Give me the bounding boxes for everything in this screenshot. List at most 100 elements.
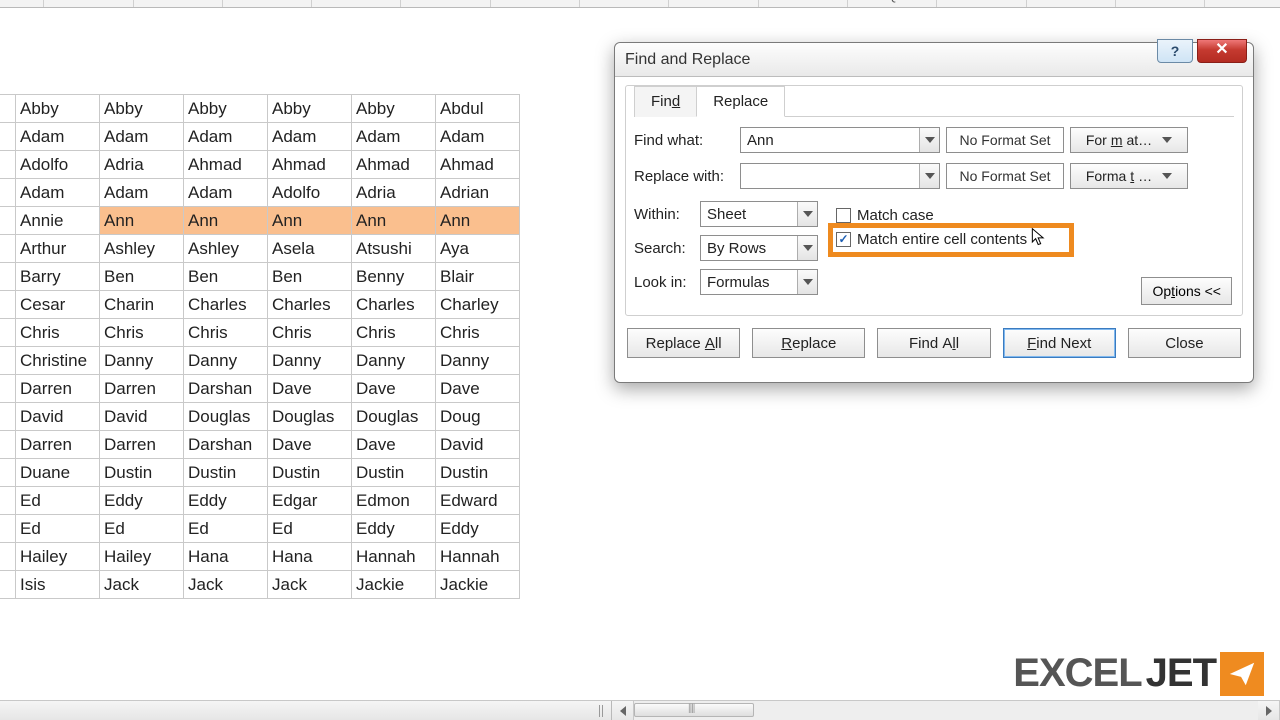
chevron-down-icon[interactable] — [919, 164, 939, 188]
tab-find[interactable]: Find — [634, 86, 697, 117]
cell[interactable]: Ben — [100, 263, 184, 291]
cell[interactable]: Adam — [268, 123, 352, 151]
cell[interactable]: Danny — [436, 347, 520, 375]
cell[interactable]: Ann — [100, 207, 184, 235]
cell[interactable]: Eddy — [436, 515, 520, 543]
cell[interactable]: Ed — [100, 515, 184, 543]
close-icon[interactable]: ✕ — [1197, 39, 1247, 63]
cell[interactable]: Chris — [268, 319, 352, 347]
cell[interactable]: Duane — [16, 459, 100, 487]
column-header[interactable]: J — [223, 0, 312, 7]
cell[interactable]: Hannah — [436, 543, 520, 571]
cell[interactable]: Arthur — [16, 235, 100, 263]
cell[interactable]: yne — [0, 487, 16, 515]
cell[interactable]: David — [16, 403, 100, 431]
cell[interactable]: David — [100, 403, 184, 431]
cell[interactable]: Dustin — [268, 459, 352, 487]
chevron-down-icon[interactable] — [797, 202, 817, 226]
cell[interactable]: Ahmad — [436, 151, 520, 179]
cell[interactable]: Charin — [100, 291, 184, 319]
cell[interactable]: Chris — [436, 319, 520, 347]
cell[interactable]: Darren — [16, 375, 100, 403]
cell[interactable]: Adam — [184, 123, 268, 151]
cell[interactable]: Ann — [436, 207, 520, 235]
cell[interactable]: Abdul — [436, 95, 520, 123]
lookin-select[interactable]: Formulas — [700, 269, 818, 295]
tab-replace[interactable]: Replace — [696, 86, 785, 117]
cell[interactable]: Darren — [16, 431, 100, 459]
cell[interactable]: Charles — [268, 291, 352, 319]
chevron-down-icon[interactable] — [919, 128, 939, 152]
cell[interactable]: Ann — [268, 207, 352, 235]
close-button[interactable]: Close — [1128, 328, 1241, 358]
scroll-left-button[interactable] — [612, 701, 634, 720]
cell[interactable]: Ben — [268, 263, 352, 291]
cell[interactable]: Abby — [352, 95, 436, 123]
match-entire-checkbox[interactable]: Match entire cell contents — [836, 227, 1234, 251]
match-case-checkbox[interactable]: Match case — [836, 203, 1234, 227]
cell[interactable]: Ann — [184, 207, 268, 235]
cell[interactable]: m — [0, 179, 16, 207]
cell[interactable]: Darshan — [184, 431, 268, 459]
column-header[interactable]: R — [937, 0, 1026, 7]
cell[interactable]: Dustin — [436, 459, 520, 487]
cell[interactable]: Asela — [268, 235, 352, 263]
cell[interactable]: stine — [0, 347, 16, 375]
cell[interactable]: David — [436, 431, 520, 459]
find-all-button[interactable]: Find All — [877, 328, 990, 358]
cell[interactable]: en — [0, 375, 16, 403]
cell[interactable]: Danny — [352, 347, 436, 375]
column-header[interactable]: G — [0, 0, 44, 7]
cell[interactable]: Annie — [16, 207, 100, 235]
cell[interactable]: Adolfo — [16, 151, 100, 179]
cell[interactable]: r — [0, 291, 16, 319]
cell[interactable]: Adria — [352, 179, 436, 207]
cell[interactable]: Benny — [352, 263, 436, 291]
column-header[interactable]: H — [44, 0, 133, 7]
column-header[interactable]: N — [580, 0, 669, 7]
cell[interactable]: Charley — [436, 291, 520, 319]
replace-with-input[interactable] — [740, 163, 940, 189]
replace-all-button[interactable]: Replace All — [627, 328, 740, 358]
cell[interactable]: Adolfo — [268, 179, 352, 207]
column-header[interactable]: M — [491, 0, 580, 7]
cell[interactable]: Ed — [268, 515, 352, 543]
cell[interactable]: Charles — [352, 291, 436, 319]
cell[interactable]: Adam — [100, 179, 184, 207]
scroll-right-button[interactable] — [1258, 701, 1280, 720]
cell[interactable]: Dave — [268, 375, 352, 403]
cell[interactable]: Ann — [352, 207, 436, 235]
column-header[interactable]: I — [134, 0, 223, 7]
replace-button[interactable]: Replace — [752, 328, 865, 358]
cell[interactable]: Charles — [184, 291, 268, 319]
cell[interactable]: Abby — [184, 95, 268, 123]
column-header[interactable]: Q — [848, 0, 937, 7]
column-header[interactable]: O — [669, 0, 758, 7]
cell[interactable]: Ed — [16, 515, 100, 543]
scroll-thumb[interactable] — [634, 703, 754, 717]
cell[interactable]: Isis — [16, 571, 100, 599]
cell[interactable] — [0, 571, 16, 599]
cell[interactable]: Dave — [352, 375, 436, 403]
cell[interactable]: Barry — [16, 263, 100, 291]
cell[interactable]: Douglas — [268, 403, 352, 431]
cell[interactable]: Adrian — [436, 179, 520, 207]
column-header[interactable]: L — [401, 0, 490, 7]
cell[interactable]: Ashley — [184, 235, 268, 263]
cell[interactable]: en — [0, 431, 16, 459]
sheet-tab-resize-grip[interactable] — [0, 701, 612, 720]
cell[interactable]: Adam — [100, 123, 184, 151]
cell[interactable]: Chris — [16, 319, 100, 347]
cell[interactable] — [0, 95, 16, 123]
cell[interactable]: Ben — [184, 263, 268, 291]
column-header[interactable]: K — [312, 0, 401, 7]
cell[interactable]: Darren — [100, 431, 184, 459]
cell[interactable]: Darshan — [184, 375, 268, 403]
cell[interactable]: Dustin — [100, 459, 184, 487]
cell[interactable]: Danny — [184, 347, 268, 375]
cell[interactable]: m — [0, 123, 16, 151]
cell[interactable]: Adria — [100, 151, 184, 179]
spreadsheet-grid[interactable]: AbbyAbbyAbbyAbbyAbbyAbdulmAdamAdamAdamAd… — [0, 94, 520, 599]
cell[interactable]: Dustin — [352, 459, 436, 487]
cell[interactable]: ey — [0, 543, 16, 571]
